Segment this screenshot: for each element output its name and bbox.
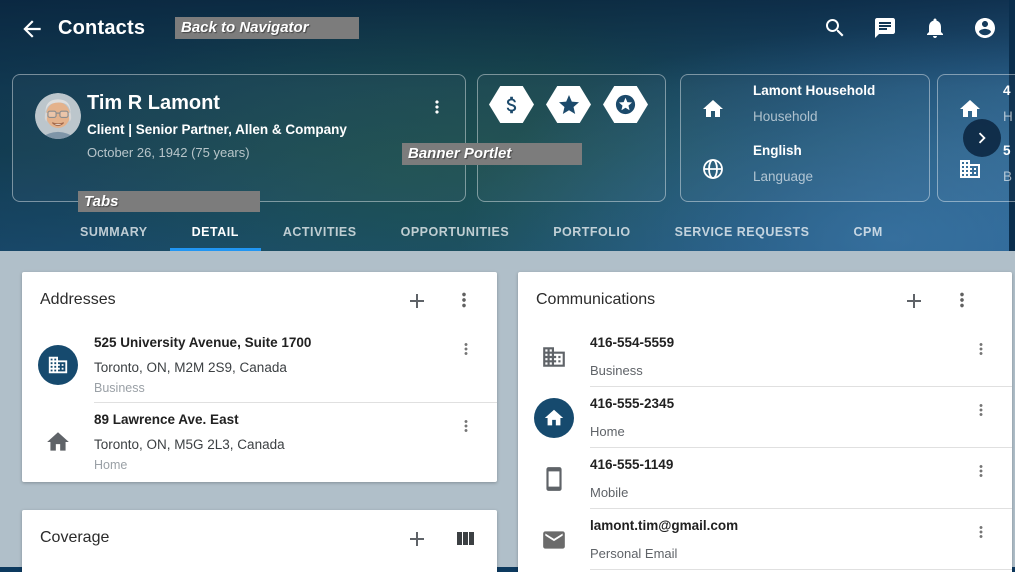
communication-value: 416-554-5559 <box>590 334 1012 351</box>
annotation-banner-portlet: Banner Portlet <box>402 143 582 165</box>
contact-name: Tim R Lamont <box>87 91 419 115</box>
communication-value: lamont.tim@gmail.com <box>590 517 1012 534</box>
badge-row <box>478 75 665 123</box>
banner-more-vert-icon[interactable] <box>427 97 447 117</box>
tab-detail[interactable]: DETAIL <box>170 212 261 251</box>
add-communication-icon[interactable] <box>902 289 926 313</box>
address-line2: Toronto, ON, M2M 2S9, Canada <box>94 360 497 376</box>
household-value: Lamont Household <box>753 83 875 99</box>
communication-type: Business <box>590 363 1012 378</box>
page-title: Contacts <box>58 17 145 40</box>
language-detail[interactable]: English Language <box>681 143 813 185</box>
search-icon[interactable] <box>823 16 847 40</box>
content-area: Addresses 525 University Avenue, Suite 1… <box>0 251 1015 572</box>
language-label: Language <box>753 169 813 185</box>
back-arrow-icon[interactable] <box>19 16 45 42</box>
notifications-bell-icon[interactable] <box>923 16 947 40</box>
building-icon <box>958 157 982 181</box>
communications-card: Communications 416-554-5559 Business <box>518 272 1012 572</box>
contact-subtitle: Client | Senior Partner, Allen & Company <box>87 122 419 137</box>
address-line1: 89 Lawrence Ave. East <box>94 411 497 428</box>
language-value: English <box>753 143 813 159</box>
communication-more-vert-icon[interactable] <box>972 523 990 541</box>
coverage-card-title: Coverage <box>40 529 109 547</box>
address-type: Home <box>94 458 497 473</box>
annotation-back-to-navigator: Back to Navigator <box>175 17 359 39</box>
household-label: Household <box>753 109 875 125</box>
clipped-label-2: B <box>1003 169 1012 185</box>
chevron-right-icon <box>971 127 993 149</box>
communication-list-item[interactable]: 416-555-2345 Home <box>518 387 1012 448</box>
home-icon <box>45 429 71 455</box>
mobile-phone-icon <box>541 466 567 492</box>
tab-bar: SUMMARY DETAIL ACTIVITIES OPPORTUNITIES … <box>58 212 905 251</box>
language-icon <box>701 157 725 181</box>
address-more-vert-icon[interactable] <box>457 417 475 435</box>
tab-portfolio[interactable]: PORTFOLIO <box>531 212 652 251</box>
top-app-bar: Contacts <box>0 0 1015 57</box>
clipped-value-1: 4 <box>1003 83 1013 99</box>
address-type: Business <box>94 381 497 396</box>
building-icon <box>541 344 567 370</box>
clipped-value-2: 5 <box>1003 143 1012 159</box>
profile-info: Tim R Lamont Client | Senior Partner, Al… <box>87 91 419 160</box>
household-detail[interactable]: Lamont Household Household <box>681 83 875 125</box>
communication-list-item[interactable]: 416-555-1149 Mobile <box>518 448 1012 509</box>
communication-value: 416-555-1149 <box>590 456 1012 473</box>
banner-profile-card: Tim R Lamont Client | Senior Partner, Al… <box>12 74 466 202</box>
add-coverage-icon[interactable] <box>405 527 429 551</box>
dollar-badge-icon[interactable] <box>489 86 534 123</box>
star-badge-icon[interactable] <box>546 86 591 123</box>
address-more-vert-icon[interactable] <box>457 340 475 358</box>
banner-details-card: Lamont Household Household English Langu… <box>680 74 930 202</box>
home-icon <box>701 97 725 121</box>
contact-avatar <box>35 93 81 139</box>
list-divider <box>590 569 1012 570</box>
address-line1: 525 University Avenue, Suite 1700 <box>94 334 497 351</box>
add-address-icon[interactable] <box>405 289 429 313</box>
chat-icon[interactable] <box>873 16 897 40</box>
coverage-card-header: Coverage <box>22 510 497 564</box>
clipped-detail-1[interactable]: 4 H <box>938 83 1013 125</box>
contact-birthdate: October 26, 1942 (75 years) <box>87 145 419 160</box>
address-list-item[interactable]: 89 Lawrence Ave. East Toronto, ON, M5G 2… <box>22 403 497 480</box>
annotation-tabs: Tabs <box>78 191 260 212</box>
email-icon <box>541 527 567 553</box>
communication-type: Personal Email <box>590 546 1012 561</box>
addresses-more-vert-icon[interactable] <box>453 289 477 313</box>
communication-value: 416-555-2345 <box>590 395 1012 412</box>
tab-activities[interactable]: ACTIVITIES <box>261 212 379 251</box>
communications-more-vert-icon[interactable] <box>951 289 975 313</box>
address-list-item[interactable]: 525 University Avenue, Suite 1700 Toront… <box>22 326 497 403</box>
app-screen: Contacts <box>0 0 1015 572</box>
tab-service-requests[interactable]: SERVICE REQUESTS <box>653 212 832 251</box>
communication-list-item[interactable]: 416-554-5559 Business <box>518 326 1012 387</box>
addresses-card: Addresses 525 University Avenue, Suite 1… <box>22 272 497 482</box>
communications-card-header: Communications <box>518 272 1012 326</box>
home-icon <box>958 97 982 121</box>
building-circle-icon <box>38 345 78 385</box>
account-icon[interactable] <box>973 16 997 40</box>
view-columns-icon[interactable] <box>453 527 477 551</box>
carousel-next-button[interactable] <box>963 119 1001 157</box>
communication-more-vert-icon[interactable] <box>972 340 990 358</box>
communication-list-item[interactable]: lamont.tim@gmail.com Personal Email <box>518 509 1012 570</box>
communication-type: Mobile <box>590 485 1012 500</box>
addresses-card-header: Addresses <box>22 272 497 326</box>
home-circle-icon <box>534 398 574 438</box>
banner-badges-card <box>477 74 666 202</box>
tab-summary[interactable]: SUMMARY <box>58 212 170 251</box>
communication-type: Home <box>590 424 1012 439</box>
address-line2: Toronto, ON, M5G 2L3, Canada <box>94 437 497 453</box>
tab-cpm[interactable]: CPM <box>832 212 905 251</box>
communication-more-vert-icon[interactable] <box>972 462 990 480</box>
addresses-card-title: Addresses <box>40 291 116 309</box>
coverage-card: Coverage <box>22 510 497 572</box>
clipped-label-1: H <box>1003 109 1013 125</box>
circled-star-badge-icon[interactable] <box>603 86 648 123</box>
tab-opportunities[interactable]: OPPORTUNITIES <box>379 212 532 251</box>
communication-more-vert-icon[interactable] <box>972 401 990 419</box>
communications-card-title: Communications <box>536 291 655 309</box>
topbar-icon-group <box>823 16 997 40</box>
